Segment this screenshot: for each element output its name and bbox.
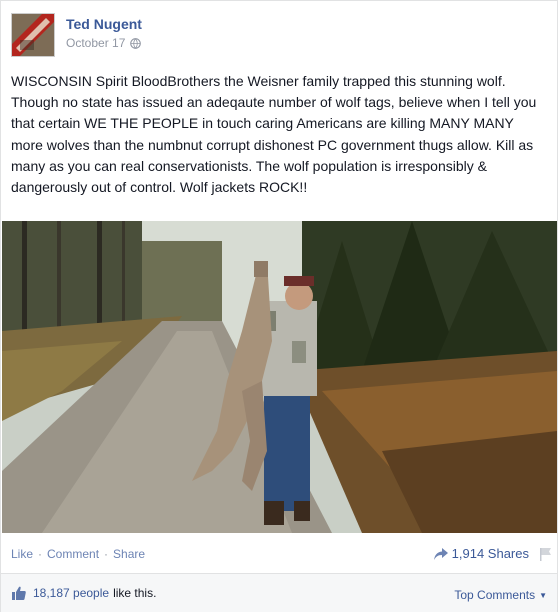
post-body-text: WISCONSIN Spirit BloodBrothers the Weisn…: [11, 73, 537, 196]
likes-suffix: like this.: [113, 586, 157, 600]
post-actions: Like · Comment · Share 1,914 Shares: [11, 546, 551, 563]
share-arrow-icon: [433, 547, 448, 560]
feed-post: Ted Nugent October 17 WISCONSIN Spirit B…: [0, 0, 558, 612]
likes-count-link[interactable]: 18,187 people: [33, 586, 109, 600]
comment-link[interactable]: Comment: [47, 547, 99, 561]
author-name[interactable]: Ted Nugent: [66, 16, 142, 32]
globe-icon: [130, 37, 142, 49]
shares-count-link[interactable]: 1,914 Shares: [433, 546, 529, 561]
caret-down-icon: ▼: [539, 590, 547, 600]
likes-summary: 18,187 people like this.: [11, 585, 156, 601]
likes-bar: 18,187 people like this. Top Comments ▼: [1, 573, 557, 612]
flag-icon[interactable]: [539, 547, 553, 561]
profile-avatar[interactable]: [11, 13, 55, 57]
thumbs-up-icon: [12, 586, 26, 600]
share-link[interactable]: Share: [113, 547, 145, 561]
post-photo[interactable]: [2, 221, 557, 533]
post-meta: October 17: [66, 36, 142, 50]
post-date[interactable]: October 17: [66, 36, 125, 50]
post-header: Ted Nugent October 17: [11, 11, 551, 59]
top-comments-dropdown[interactable]: Top Comments ▼: [454, 588, 547, 602]
shares-count: 1,914 Shares: [451, 546, 529, 561]
like-link[interactable]: Like: [11, 547, 33, 561]
top-comments-label: Top Comments: [454, 588, 536, 602]
separator: ·: [104, 547, 109, 561]
separator: ·: [38, 547, 43, 561]
